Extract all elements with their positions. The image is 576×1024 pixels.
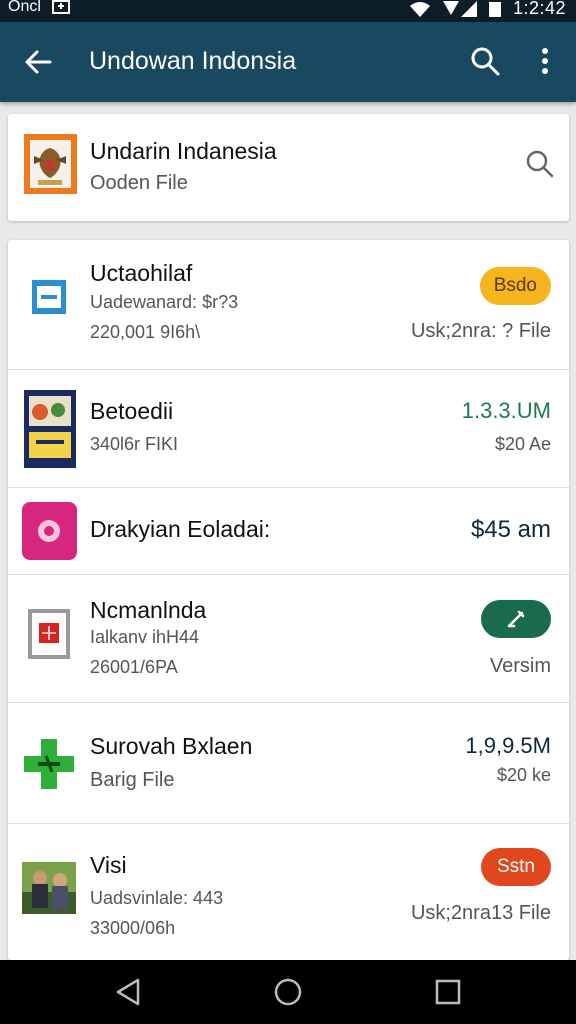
- list-item[interactable]: Betoedii 340l6r FIKI 1.3.3.UM $20 Ae: [8, 370, 569, 488]
- emblem-icon: [24, 134, 77, 194]
- recents-square-icon[interactable]: [432, 976, 464, 1008]
- search-icon[interactable]: [524, 148, 556, 180]
- back-triangle-icon[interactable]: [112, 976, 144, 1008]
- header-subtitle: Ooden File: [90, 172, 188, 194]
- photo-thumbnail-icon: [22, 862, 76, 914]
- item-meta: Ialkanv ihH44: [90, 627, 200, 647]
- home-circle-icon[interactable]: [272, 976, 304, 1008]
- item-title: Drakyian Eoladai:: [90, 516, 271, 542]
- item-price: $20 Ae: [494, 434, 551, 454]
- edit-icon: [507, 610, 525, 628]
- back-arrow-icon[interactable]: [22, 46, 54, 78]
- list-item[interactable]: Visi Uadsvinlale: 443 33000/06h Sstn Usk…: [8, 824, 569, 960]
- item-meta: Uadewanard: $r?3: [90, 292, 239, 312]
- item-size: 220,001 9I6h\: [90, 322, 201, 342]
- item-type: Usk;2nra13 File: [410, 902, 551, 924]
- status-badge[interactable]: Sstn: [481, 848, 551, 886]
- carrier-label: Oncl: [8, 0, 41, 15]
- item-title: Betoedii: [90, 398, 174, 424]
- navigation-bar: [0, 960, 576, 1024]
- item-title: Uctaohilaf: [90, 260, 193, 286]
- item-size: 33000/06h: [90, 918, 176, 938]
- status-bar: Oncl 1:2:42: [0, 0, 576, 22]
- item-meta: Uadsvinlale: 443: [90, 888, 224, 908]
- item-meta: 340l6r FIKI: [90, 434, 179, 454]
- edit-button[interactable]: [481, 600, 551, 638]
- red-square-icon: [28, 609, 70, 659]
- app-bar: Undowan Indonsia: [0, 22, 576, 102]
- notification-icon: [51, 0, 70, 14]
- item-meta: Barig File: [90, 769, 175, 791]
- file-list: Uctaohilaf Uadewanard: $r?3 220,001 9I6h…: [8, 240, 569, 960]
- item-type: Usk;2nra: ? File: [410, 320, 551, 342]
- more-vert-icon[interactable]: [530, 44, 560, 78]
- status-badge[interactable]: Bsdo: [479, 267, 551, 305]
- header-title: Undarin Indanesia: [90, 138, 277, 164]
- item-price: $20 ke: [496, 765, 551, 785]
- list-item[interactable]: Ncmanlnda Ialkanv ihH44 26001/6PA Versim: [8, 575, 569, 703]
- item-size: 26001/6PA: [90, 657, 178, 677]
- item-title: Ncmanlnda: [90, 597, 207, 623]
- header-card[interactable]: Undarin Indanesia Ooden File: [8, 114, 569, 221]
- item-title: Visi: [90, 852, 127, 878]
- list-item[interactable]: Drakyian Eoladai: $45 am: [8, 488, 569, 575]
- item-version: Versim: [489, 655, 551, 677]
- pink-app-icon: [22, 502, 77, 560]
- wifi-icon: [409, 1, 430, 17]
- item-price: $45 am: [470, 516, 551, 543]
- item-title: Surovah Bxlaen: [90, 733, 253, 759]
- green-app-icon: [24, 739, 74, 789]
- window-frame-icon: [32, 280, 66, 314]
- battery-icon: [488, 1, 501, 17]
- list-item[interactable]: Surovah Bxlaen Barig File 1,9,9.5M $20 k…: [8, 703, 569, 824]
- app-title: Undowan Indonsia: [89, 47, 297, 75]
- signal-icon: [442, 0, 477, 17]
- boxart-icon: [24, 390, 76, 468]
- list-item[interactable]: Uctaohilaf Uadewanard: $r?3 220,001 9I6h…: [8, 240, 569, 370]
- item-size: 1.3.3.UM: [461, 398, 551, 423]
- item-size: 1,9,9.5M: [465, 733, 551, 758]
- search-icon[interactable]: [468, 44, 502, 78]
- clock: 1:2:42: [512, 0, 566, 18]
